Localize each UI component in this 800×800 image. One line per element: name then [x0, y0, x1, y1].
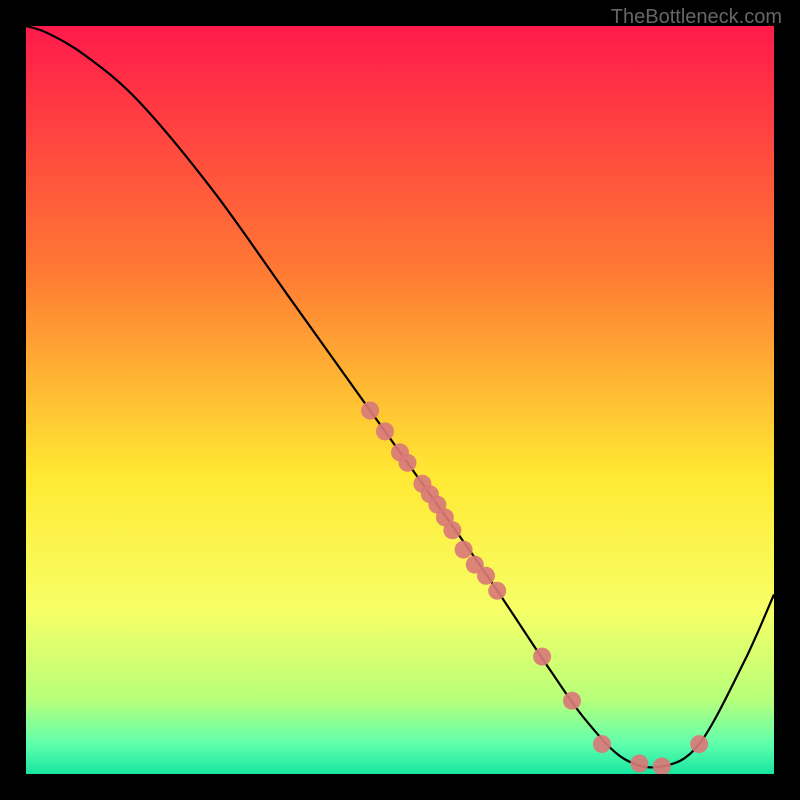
gradient-background — [26, 26, 774, 774]
marker-dot — [477, 567, 495, 585]
marker-dot — [593, 735, 611, 753]
marker-dot — [376, 422, 394, 440]
marker-dot — [361, 402, 379, 420]
marker-dot — [488, 582, 506, 600]
chart-container: TheBottleneck.com — [0, 0, 800, 800]
chart-svg — [26, 26, 774, 774]
marker-dot — [455, 541, 473, 559]
marker-dot — [399, 454, 417, 472]
marker-dot — [630, 755, 648, 773]
marker-dot — [533, 648, 551, 666]
marker-dot — [690, 735, 708, 753]
marker-dot — [443, 521, 461, 539]
marker-dot — [563, 692, 581, 710]
plot-area — [26, 26, 774, 774]
